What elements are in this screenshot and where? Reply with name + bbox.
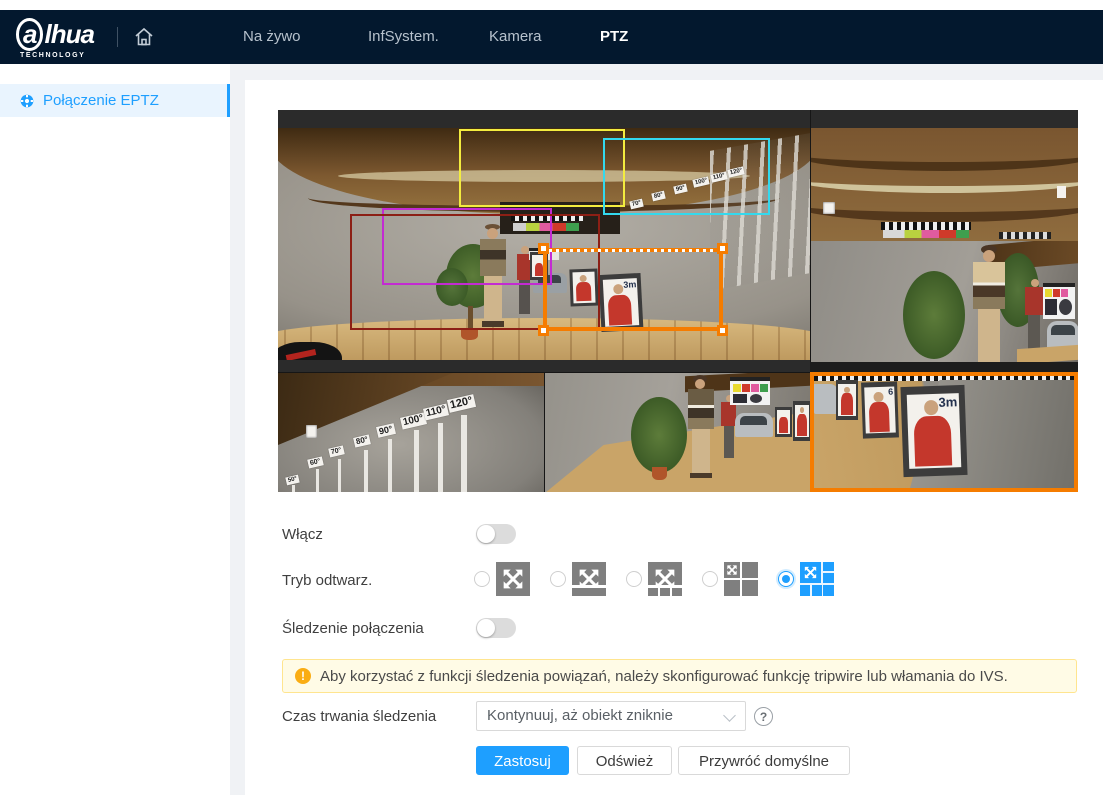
resize-handle[interactable] xyxy=(538,325,549,336)
tab-infsystem[interactable]: InfSystem. xyxy=(368,10,439,64)
angle-tag: 120° xyxy=(447,394,476,413)
chevron-down-icon xyxy=(723,709,736,722)
sidebar-item-label: Połączenie EPTZ xyxy=(43,92,159,109)
mode-radio-selected[interactable] xyxy=(778,571,794,587)
warning-icon: ! xyxy=(295,668,311,684)
warning-banner: ! Aby korzystać z funkcji śledzenia powi… xyxy=(282,659,1077,693)
link-tracking-toggle[interactable] xyxy=(476,618,516,638)
brand-subtext: TECHNOLOGY xyxy=(20,52,94,59)
refresh-button[interactable]: Odśwież xyxy=(577,746,672,775)
logo-a-circle: a xyxy=(16,18,43,51)
help-icon[interactable]: ? xyxy=(754,707,773,726)
poster-frame-3m: 3m xyxy=(900,385,967,477)
apply-button[interactable]: Zastosuj xyxy=(476,746,569,775)
poster-frame xyxy=(793,401,810,441)
sidebar-item-polaczenie-eptz[interactable]: Połączenie EPTZ xyxy=(0,84,230,117)
resize-handle[interactable] xyxy=(717,325,728,336)
sidebar: Połączenie EPTZ xyxy=(0,64,230,795)
poster-frame xyxy=(775,407,792,437)
resize-handle[interactable] xyxy=(717,243,728,254)
angle-tag: 70° xyxy=(328,445,344,457)
preview-panel-selected[interactable]: 6 3m xyxy=(810,372,1078,492)
home-icon[interactable] xyxy=(132,25,156,49)
overlay-rect-orange-selection[interactable] xyxy=(543,248,723,331)
restore-defaults-button[interactable]: Przywróć domyślne xyxy=(678,746,850,775)
mode-pano-icon[interactable] xyxy=(496,562,530,596)
overlay-rect-yellow xyxy=(459,129,625,207)
mode-pano-2-3-icon[interactable] xyxy=(800,562,834,596)
poster-distance-label: 6 xyxy=(888,387,893,397)
tab-kamera[interactable]: Kamera xyxy=(489,10,542,64)
duration-select-value: Kontynuuj, aż obiekt zniknie xyxy=(487,707,673,724)
top-navbar: aalhualhua TECHNOLOGY Na żywo InfSystem.… xyxy=(0,10,1103,64)
poster-frame-6: 6 xyxy=(861,381,899,438)
preview-panel-room[interactable] xyxy=(810,241,1078,362)
angle-tag: 80° xyxy=(353,434,371,447)
camera-preview: 70° 80° 90° 100° 110° 120° xyxy=(278,110,1078,492)
navbar-divider xyxy=(117,27,118,47)
tab-na-zywo[interactable]: Na żywo xyxy=(243,10,301,64)
angle-tag: 110° xyxy=(423,403,449,420)
mode-label: Tryb odtwarz. xyxy=(282,572,372,589)
preview-panel-angle-wall[interactable]: 50° 60° 70° 80° 90° 100° 110° 120° xyxy=(278,372,544,492)
plant xyxy=(903,271,965,359)
angle-tag: 50° xyxy=(285,475,300,486)
color-chart xyxy=(730,377,770,405)
preview-panel-ceiling[interactable] xyxy=(810,110,1078,241)
duration-label: Czas trwania śledzenia xyxy=(282,708,436,725)
poster-distance-label: 3m xyxy=(938,394,957,410)
settings-card: 70° 80° 90° 100° 110° 120° xyxy=(245,80,1103,795)
preview-panel-panorama[interactable]: 70° 80° 90° 100° 110° 120° xyxy=(278,110,810,372)
resize-handle[interactable] xyxy=(538,243,549,254)
mode-radio[interactable] xyxy=(626,571,642,587)
preview-panel-room-2[interactable] xyxy=(544,372,810,492)
eptz-link-icon xyxy=(20,94,34,108)
enable-toggle[interactable] xyxy=(476,524,516,544)
mode-radio[interactable] xyxy=(550,571,566,587)
angle-tag: 100° xyxy=(400,412,427,429)
warning-text: Aby korzystać z funkcji śledzenia powiąz… xyxy=(320,668,1008,685)
mode-quad-icon[interactable] xyxy=(724,562,758,596)
poster-frame xyxy=(836,380,858,420)
overlay-rect-cyan xyxy=(603,138,770,215)
color-chart xyxy=(1043,283,1075,319)
mode-radio[interactable] xyxy=(702,571,718,587)
tab-ptz[interactable]: PTZ xyxy=(600,10,628,64)
mode-options xyxy=(474,561,894,597)
link-tracking-label: Śledzenie połączenia xyxy=(282,620,424,637)
dahua-logo: aalhualhua TECHNOLOGY xyxy=(16,18,94,59)
enable-label: Włącz xyxy=(282,526,323,543)
duration-select[interactable]: Kontynuuj, aż obiekt zniknie xyxy=(476,701,746,731)
mode-pano-bar-icon[interactable] xyxy=(572,562,606,596)
mode-pano-3-icon[interactable] xyxy=(648,562,682,596)
ceiling-photo xyxy=(811,128,1078,241)
angle-tag: 90° xyxy=(376,423,396,438)
panorama-photo: 70° 80° 90° 100° 110° 120° xyxy=(278,128,810,360)
angle-tag: 60° xyxy=(307,456,323,468)
mode-radio[interactable] xyxy=(474,571,490,587)
